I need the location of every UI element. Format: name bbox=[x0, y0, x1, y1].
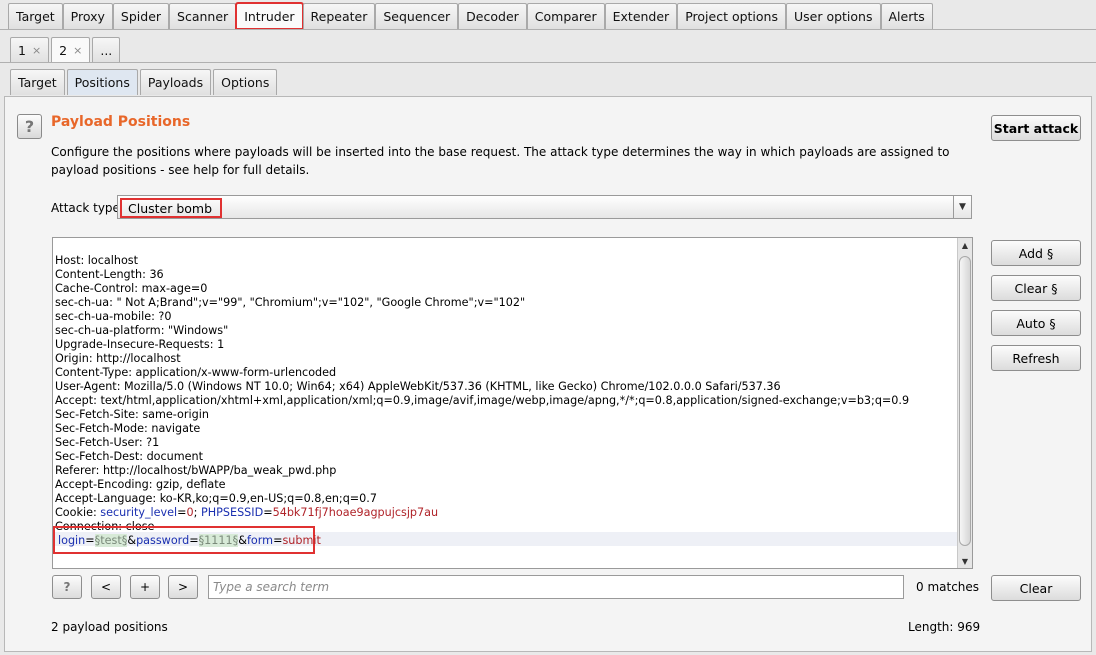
tab-target[interactable]: Target bbox=[8, 3, 63, 29]
payload-marker-password: §1111§ bbox=[198, 533, 239, 547]
chevron-down-icon[interactable]: ▼ bbox=[953, 196, 971, 218]
tab-proxy[interactable]: Proxy bbox=[62, 3, 113, 29]
tab-project-options[interactable]: Project options bbox=[677, 3, 786, 29]
attack-tab-label: 1 bbox=[18, 43, 26, 58]
attack-tab-divider bbox=[0, 62, 1096, 63]
scroll-thumb[interactable] bbox=[959, 256, 971, 546]
clear-markers-button[interactable]: Clear § bbox=[991, 275, 1081, 301]
header-line: Sec-Fetch-Site: same-origin bbox=[55, 408, 209, 421]
tab-extender[interactable]: Extender bbox=[604, 3, 678, 29]
close-icon[interactable]: × bbox=[73, 44, 82, 57]
header-line: Referer: http://localhost/bWAPP/ba_weak_… bbox=[55, 464, 337, 477]
header-line: sec-ch-ua-mobile: ?0 bbox=[55, 310, 172, 323]
header-line: Content-Type: application/x-www-form-url… bbox=[55, 366, 337, 379]
header-line: Sec-Fetch-Dest: document bbox=[55, 450, 204, 463]
header-line: sec-ch-ua-platform: "Windows" bbox=[55, 324, 229, 337]
tab-sequencer[interactable]: Sequencer bbox=[375, 3, 459, 29]
search-matches-count: 0 matches bbox=[916, 580, 980, 594]
tab-decoder[interactable]: Decoder bbox=[458, 3, 527, 29]
editor-scrollbar[interactable]: ▲ ▼ bbox=[957, 238, 972, 568]
header-line: Host: localhost bbox=[55, 254, 139, 267]
subtab-positions[interactable]: Positions bbox=[66, 69, 138, 95]
tab-alerts[interactable]: Alerts bbox=[880, 3, 933, 29]
tab-scanner[interactable]: Scanner bbox=[169, 3, 237, 29]
search-next-button[interactable]: > bbox=[168, 575, 198, 599]
header-line: User-Agent: Mozilla/5.0 (Windows NT 10.0… bbox=[55, 380, 781, 393]
payload-positions-panel: ? Payload Positions Configure the positi… bbox=[4, 96, 1092, 652]
header-line: Accept-Encoding: gzip, deflate bbox=[55, 478, 226, 491]
search-input[interactable]: Type a search term bbox=[208, 575, 904, 599]
scroll-down-icon[interactable]: ▼ bbox=[958, 554, 972, 568]
auto-markers-button[interactable]: Auto § bbox=[991, 310, 1081, 336]
attack-type-label: Attack type: bbox=[51, 201, 124, 215]
subtab-payloads[interactable]: Payloads bbox=[139, 69, 212, 95]
header-line: Content-Length: 36 bbox=[55, 268, 164, 281]
attack-tab-bar: 1 × 2 × ... bbox=[10, 37, 122, 63]
main-tab-divider bbox=[0, 29, 1096, 30]
header-line: Cache-Control: max-age=0 bbox=[55, 282, 208, 295]
tab-comparer[interactable]: Comparer bbox=[526, 3, 605, 29]
request-length: Length: 969 bbox=[908, 620, 981, 634]
refresh-button[interactable]: Refresh bbox=[991, 345, 1081, 371]
scroll-up-icon[interactable]: ▲ bbox=[958, 238, 972, 252]
main-tab-bar: Target Proxy Spider Scanner Intruder Rep… bbox=[8, 2, 933, 30]
sub-tab-bar: Target Positions Payloads Options bbox=[10, 69, 279, 95]
header-line: sec-ch-ua: " Not A;Brand";v="99", "Chrom… bbox=[55, 296, 526, 309]
search-help-icon[interactable]: ? bbox=[52, 575, 82, 599]
attack-type-select[interactable]: Cluster bomb ▼ bbox=[117, 195, 972, 219]
section-title: Payload Positions bbox=[51, 114, 191, 130]
header-line: Sec-Fetch-Mode: navigate bbox=[55, 422, 201, 435]
help-icon[interactable]: ? bbox=[17, 114, 42, 139]
attack-type-value: Cluster bomb bbox=[120, 198, 222, 218]
request-text: Host: localhost Content-Length: 36 Cache… bbox=[55, 240, 955, 534]
search-add-button[interactable]: + bbox=[130, 575, 160, 599]
subtab-target[interactable]: Target bbox=[10, 69, 65, 95]
section-description: Configure the positions where payloads w… bbox=[51, 145, 950, 177]
header-line: Upgrade-Insecure-Requests: 1 bbox=[55, 338, 225, 351]
header-line: Origin: http://localhost bbox=[55, 352, 181, 365]
start-attack-button[interactable]: Start attack bbox=[991, 115, 1081, 141]
search-prev-button[interactable]: < bbox=[91, 575, 121, 599]
payload-marker-login: §test§ bbox=[94, 533, 128, 547]
subtab-options[interactable]: Options bbox=[213, 69, 278, 95]
attack-tab-new[interactable]: ... bbox=[92, 37, 121, 63]
search-clear-button[interactable]: Clear bbox=[991, 575, 1081, 601]
header-line: Accept-Language: ko-KR,ko;q=0.9,en-US;q=… bbox=[55, 492, 377, 505]
header-line: Accept: text/html,application/xhtml+xml,… bbox=[55, 394, 910, 407]
tab-repeater[interactable]: Repeater bbox=[302, 3, 376, 29]
request-body-line: login = §test§ & password = §1111§ & form = submit bbox=[53, 526, 321, 554]
close-icon[interactable]: × bbox=[32, 44, 41, 57]
attack-tab-2[interactable]: 2 × bbox=[51, 37, 91, 63]
payload-positions-count: 2 payload positions bbox=[51, 620, 168, 634]
tab-user-options[interactable]: User options bbox=[785, 3, 881, 29]
request-editor[interactable]: Host: localhost Content-Length: 36 Cache… bbox=[52, 237, 973, 569]
add-marker-button[interactable]: Add § bbox=[991, 240, 1081, 266]
header-line: Sec-Fetch-User: ?1 bbox=[55, 436, 160, 449]
attack-tab-label: 2 bbox=[59, 43, 68, 58]
cookie-line: Cookie: security_level=0; PHPSESSID=54bk… bbox=[55, 506, 439, 519]
tab-spider[interactable]: Spider bbox=[112, 3, 170, 29]
tab-intruder[interactable]: Intruder bbox=[235, 2, 304, 30]
attack-tab-1[interactable]: 1 × bbox=[10, 37, 50, 63]
